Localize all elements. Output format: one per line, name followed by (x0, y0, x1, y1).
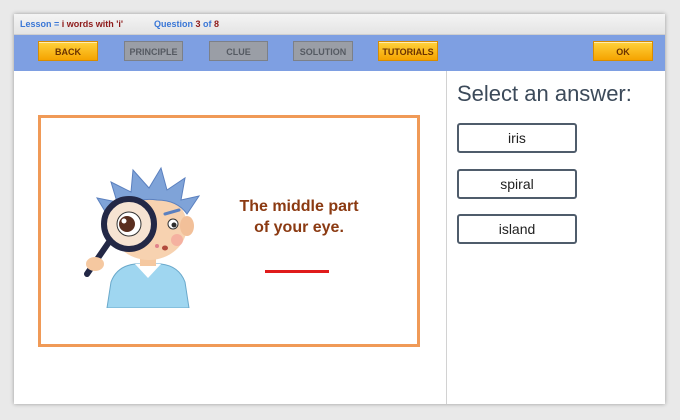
question-label: Question (154, 19, 196, 29)
principle-button[interactable]: PRINCIPLE (124, 41, 183, 61)
answer-option-island[interactable]: island (457, 214, 577, 244)
lesson-window: Lesson = i words with 'i' Question 3 of … (14, 14, 665, 404)
back-button[interactable]: BACK (38, 41, 98, 61)
clue-text: The middle part of your eye. (224, 196, 374, 238)
answer-blank (265, 270, 329, 273)
question-of-label: of (200, 19, 215, 29)
tutorials-button[interactable]: TUTORIALS (378, 41, 438, 61)
question-card: The middle part of your eye. (38, 115, 420, 347)
lesson-label: Lesson = (20, 19, 62, 29)
select-answer-title: Select an answer: (457, 81, 632, 106)
lesson-name: i words with 'i' (61, 19, 124, 29)
question-total: 8 (214, 19, 220, 29)
lesson-info-bar: Lesson = i words with 'i' Question 3 of … (14, 14, 665, 35)
clue-line-2: of your eye. (254, 219, 344, 236)
lesson-info: Lesson = i words with 'i' (20, 14, 123, 34)
toolbar: BACK PRINCIPLE CLUE SOLUTION TUTORIALS O… (14, 35, 665, 71)
answer-option-spiral[interactable]: spiral (457, 169, 577, 199)
clue-line-1: The middle part (239, 198, 359, 215)
ok-button[interactable]: OK (593, 41, 653, 61)
solution-button[interactable]: SOLUTION (293, 41, 353, 61)
question-counter: Question 3 of 8 (154, 14, 219, 34)
panel-divider (446, 71, 447, 404)
answer-option-iris[interactable]: iris (457, 123, 577, 153)
clue-button[interactable]: CLUE (209, 41, 268, 61)
boy-with-magnifying-glass-icon (84, 166, 201, 308)
